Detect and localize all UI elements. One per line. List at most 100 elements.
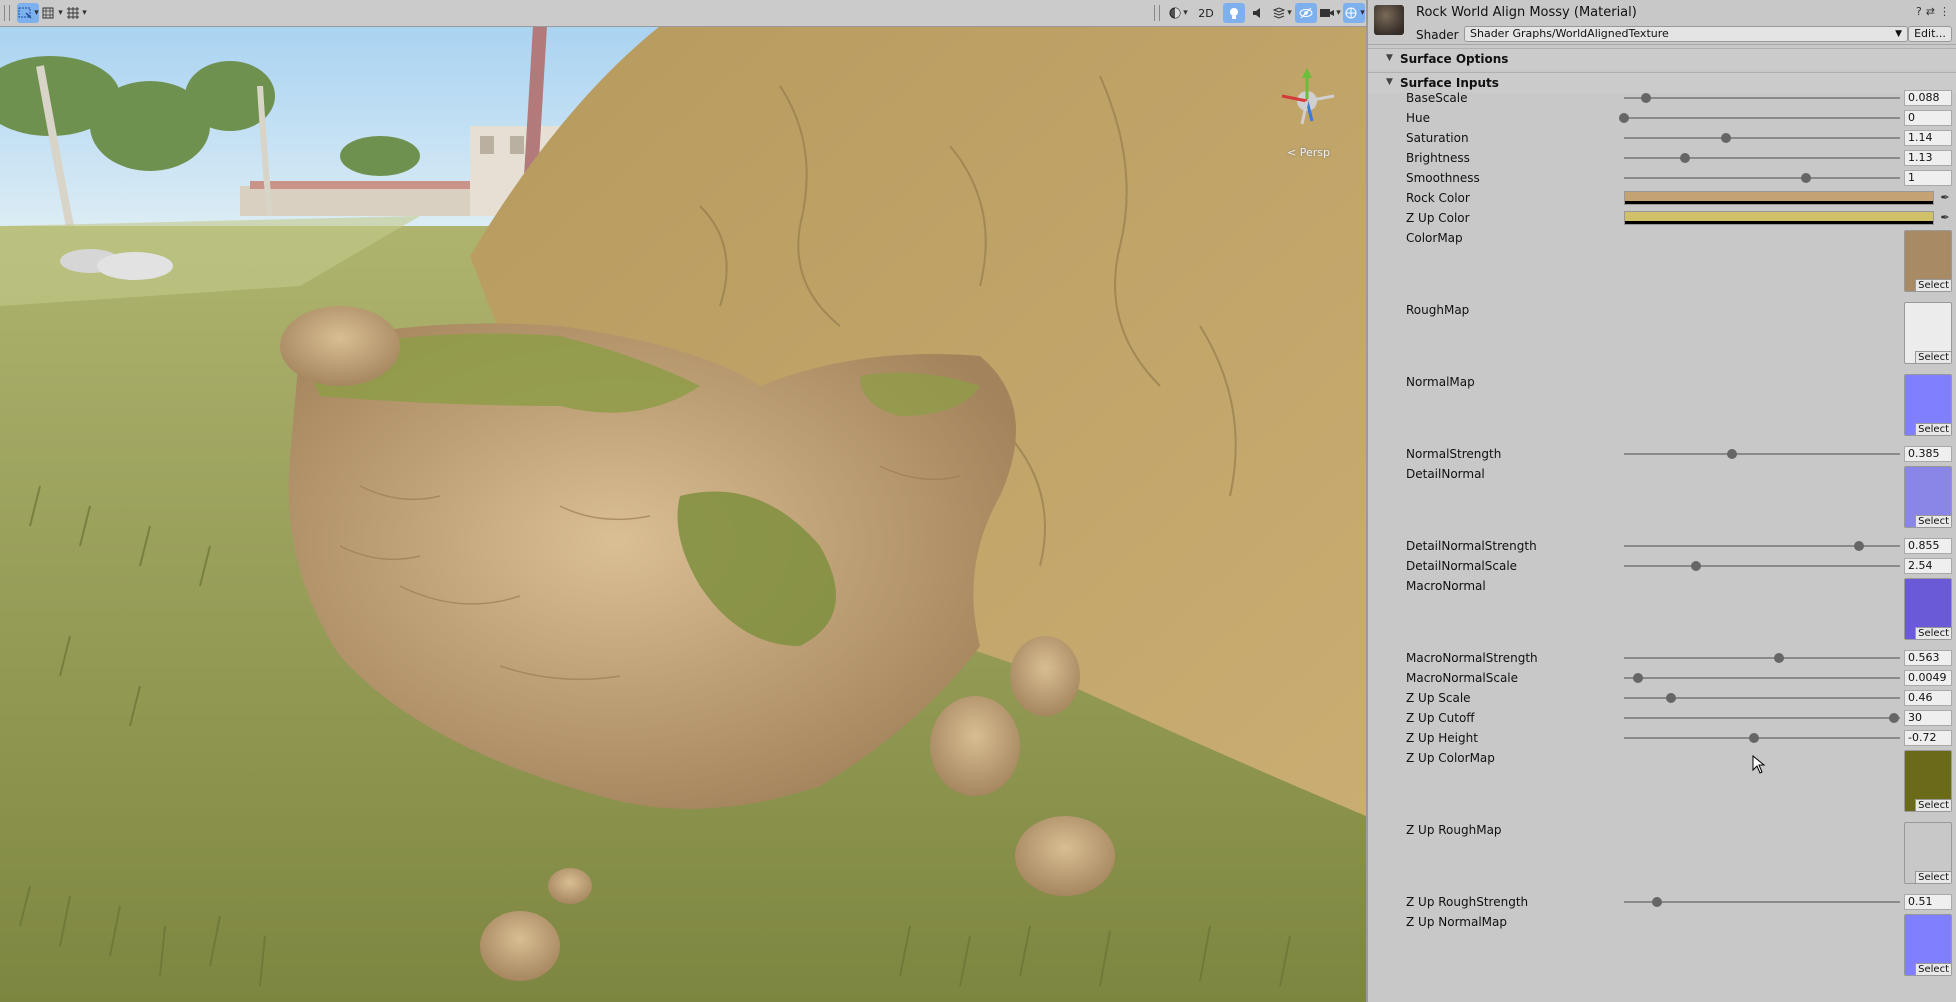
slider-track[interactable] [1624, 153, 1900, 163]
more-icon[interactable]: ⋮ [1939, 5, 1950, 18]
property-hue: Hue 0 [1368, 110, 1956, 126]
y-axis-arrow[interactable] [1302, 68, 1312, 78]
texture-select-button[interactable]: Select [1915, 515, 1951, 527]
slider-knob[interactable] [1748, 733, 1759, 743]
help-icon[interactable]: ? [1916, 5, 1922, 18]
slider-knob[interactable] [1632, 673, 1643, 683]
section-surface-options[interactable]: ▼ Surface Options [1368, 48, 1956, 69]
eyedropper-icon[interactable]: ✒ [1938, 211, 1952, 225]
value-field[interactable]: 2.54 [1904, 558, 1952, 574]
value-field[interactable]: 0.385 [1904, 446, 1952, 462]
slider-track[interactable] [1624, 449, 1900, 459]
value-field[interactable]: 30 [1904, 710, 1952, 726]
slider-knob[interactable] [1801, 173, 1812, 183]
effects-icon [1272, 6, 1286, 20]
edit-shader-button[interactable]: Edit... [1908, 26, 1952, 42]
settings-icon[interactable]: ⇄ [1926, 5, 1935, 18]
texture-slot[interactable]: Select [1904, 822, 1952, 884]
grid-snap-button[interactable]: ▾ [65, 3, 87, 23]
audio-button[interactable] [1247, 3, 1269, 23]
texture-slot[interactable]: Select [1904, 302, 1952, 364]
shading-mode-button[interactable]: ▾ [1167, 3, 1189, 23]
section-title: Surface Options [1400, 52, 1509, 66]
texture-select-button[interactable]: Select [1915, 799, 1951, 811]
scene-viewport[interactable]: < Persp [0, 26, 1366, 1002]
shader-dropdown[interactable]: Shader Graphs/WorldAlignedTexture ▼ [1464, 26, 1908, 42]
slider-track[interactable] [1624, 673, 1900, 683]
rect-select-button[interactable]: ▾ [17, 3, 39, 23]
chevron-down-icon: ▼ [1895, 29, 1902, 39]
texture-select-button[interactable]: Select [1915, 351, 1951, 363]
lighting-button[interactable] [1223, 3, 1245, 23]
value-field[interactable]: 0.855 [1904, 538, 1952, 554]
texture-slot[interactable]: Select [1904, 750, 1952, 812]
slider-track[interactable] [1624, 897, 1900, 907]
slider-track[interactable] [1624, 693, 1900, 703]
slider-track[interactable] [1624, 653, 1900, 663]
slider-track[interactable] [1624, 561, 1900, 571]
slider-track[interactable] [1624, 93, 1900, 103]
value-field[interactable]: 0.088 [1904, 90, 1952, 106]
slider-knob[interactable] [1773, 653, 1784, 663]
header-icons: ? ⇄ ⋮ [1916, 5, 1950, 18]
slider-track[interactable] [1624, 733, 1900, 743]
texture-slot[interactable]: Select [1904, 374, 1952, 436]
gizmos-button[interactable]: ▾ [1343, 3, 1365, 23]
slider-knob[interactable] [1726, 449, 1737, 459]
toggle-2d-button[interactable]: 2D [1191, 3, 1221, 23]
slider-track[interactable] [1619, 113, 1900, 123]
slider-track[interactable] [1624, 713, 1900, 723]
scene-view[interactable]: ▾ ▾ ▾ ▾ 2D ▾ ▾ ▾ < Persp [0, 0, 1366, 1002]
slider-knob[interactable] [1721, 133, 1732, 143]
shader-label: Shader [1416, 28, 1459, 42]
orientation-gizmo[interactable] [1272, 66, 1342, 136]
texture-slot[interactable]: Select [1904, 466, 1952, 528]
texture-select-button[interactable]: Select [1915, 963, 1951, 975]
shading-mode-icon [1168, 6, 1182, 20]
value-field[interactable]: 1 [1904, 170, 1952, 186]
texture-slot[interactable]: Select [1904, 230, 1952, 292]
property-detailnormal: DetailNormal Select [1368, 466, 1956, 528]
value-field[interactable]: -0.72 [1904, 730, 1952, 746]
color-field[interactable] [1624, 211, 1934, 225]
value-field[interactable]: 1.14 [1904, 130, 1952, 146]
value-field[interactable]: 0.51 [1904, 894, 1952, 910]
hidden-objects-button[interactable] [1295, 3, 1317, 23]
slider-knob[interactable] [1889, 713, 1900, 723]
slider-knob[interactable] [1679, 153, 1690, 163]
effects-button[interactable]: ▾ [1271, 3, 1293, 23]
texture-select-button[interactable]: Select [1915, 871, 1951, 883]
property-z-up-height: Z Up Height -0.72 [1368, 730, 1956, 746]
transform-tools-button[interactable]: ▾ [41, 3, 63, 23]
property-z-up-normalmap: Z Up NormalMap Select [1368, 914, 1956, 976]
value-field[interactable]: 1.13 [1904, 150, 1952, 166]
texture-slot[interactable]: Select [1904, 914, 1952, 976]
slider-track[interactable] [1624, 133, 1900, 143]
slider-knob[interactable] [1690, 561, 1701, 571]
property-label: Hue [1406, 111, 1431, 125]
slider-track[interactable] [1624, 541, 1900, 551]
texture-select-button[interactable]: Select [1915, 423, 1951, 435]
persp-label[interactable]: < Persp [1287, 146, 1330, 159]
chevron-down-icon: ▾ [1336, 8, 1341, 18]
value-field[interactable]: 0.46 [1904, 690, 1952, 706]
color-field[interactable] [1624, 191, 1934, 205]
eyedropper-icon[interactable]: ✒ [1938, 191, 1952, 205]
slider-track[interactable] [1624, 173, 1900, 183]
toolbar-grip-right[interactable] [1154, 5, 1160, 21]
slider-knob[interactable] [1665, 693, 1676, 703]
camera-button[interactable]: ▾ [1319, 3, 1341, 23]
value-field[interactable]: 0.563 [1904, 650, 1952, 666]
slider-knob[interactable] [1641, 93, 1652, 103]
value-field[interactable]: 0.0049 [1904, 670, 1952, 686]
slider-knob[interactable] [1853, 541, 1864, 551]
slider-knob[interactable] [1619, 113, 1629, 123]
texture-select-button[interactable]: Select [1915, 279, 1951, 291]
transform-tools-icon [41, 6, 57, 20]
property-normalstrength: NormalStrength 0.385 [1368, 446, 1956, 462]
slider-knob[interactable] [1652, 897, 1663, 907]
texture-slot[interactable]: Select [1904, 578, 1952, 640]
value-field[interactable]: 0 [1904, 110, 1952, 126]
toolbar-grip[interactable] [4, 5, 10, 21]
texture-select-button[interactable]: Select [1915, 627, 1951, 639]
